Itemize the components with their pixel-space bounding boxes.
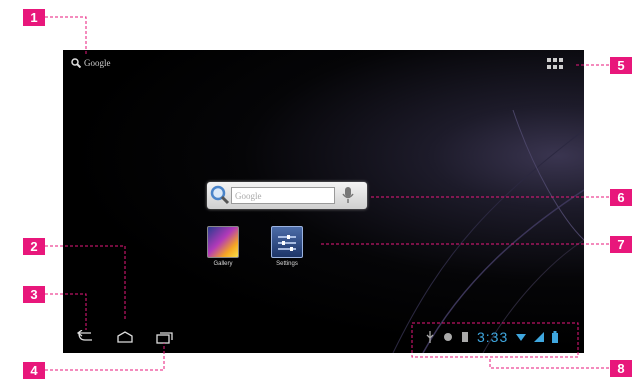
callout-7: 7: [610, 236, 632, 253]
callout-8: 8: [610, 360, 632, 377]
callout-6: 6: [610, 189, 632, 206]
callout-4: 4: [23, 362, 45, 379]
callout-3: 3: [23, 286, 45, 303]
callout-2: 2: [23, 238, 45, 255]
callout-1: 1: [23, 9, 45, 26]
callout-lines: [45, 16, 614, 371]
callout-5: 5: [610, 57, 632, 74]
